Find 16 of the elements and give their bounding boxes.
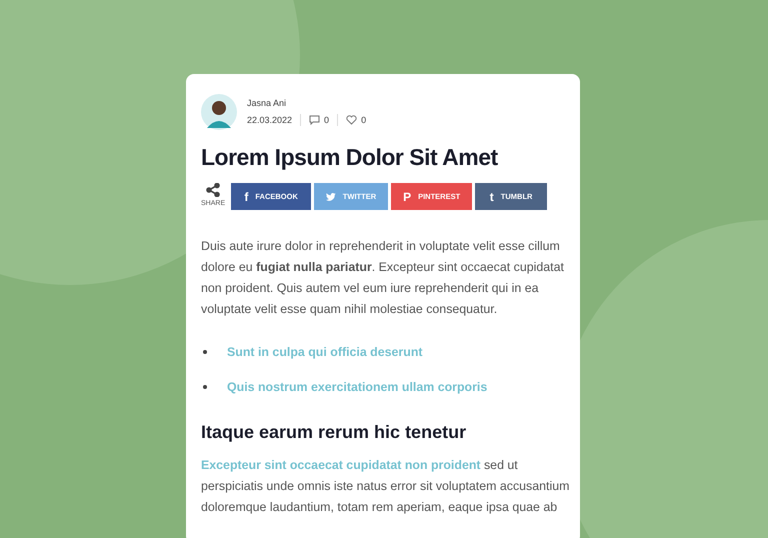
author-name[interactable]: Jasna Ani — [247, 98, 366, 108]
section-heading: Itaque earum rerum hic tenetur — [201, 422, 468, 443]
post-title: Lorem Ipsum Dolor Sit Amet — [201, 144, 499, 171]
comment-icon — [309, 115, 320, 125]
share-icon[interactable] — [206, 183, 220, 197]
heart-icon — [346, 115, 358, 125]
post-date: 22.03.2022 — [247, 115, 292, 125]
closing-paragraph: Excepteur sint occaecat cupidatat non proident sed ut perspiciatis unde omnis iste natus error sit voluptatem accusantium doloremque laudantium, totam rem aperiam, eaque ipsa quae ab — [201, 457, 570, 516]
bird-icon — [326, 192, 336, 202]
inline-link[interactable]: Excepteur sint occaecat cupidatat non proident — [201, 458, 481, 472]
like-count: 0 — [361, 115, 366, 125]
comment-count: 0 — [324, 115, 330, 125]
intro-paragraph: Duis aute irure dolor in reprehenderit in voluptate velit esse cillum dolore eu fugiat nulla pariatur. Excepteur sint occaecat cupidatat non proident. Quis autem vel eum iure reprehenderit qui in ea voluptate velit esse quam nihil molestiae consequatur. — [201, 238, 565, 318]
avatar-icon — [201, 94, 237, 130]
list-link[interactable]: Sunt in culpa qui officia deserunt — [227, 344, 423, 358]
list-link[interactable]: Quis nostrum exercitationem ullam corporis — [227, 380, 488, 394]
